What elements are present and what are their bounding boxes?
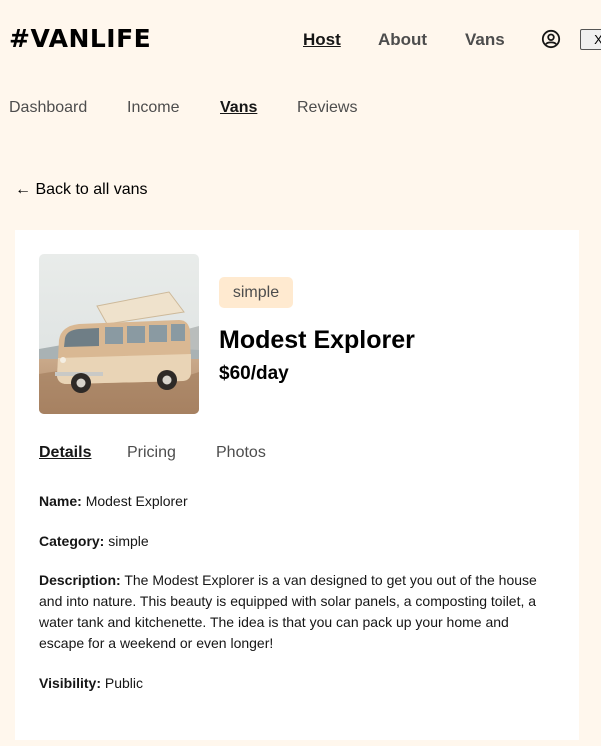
van-price: $60/day xyxy=(219,363,289,384)
detail-visibility-value: Public xyxy=(104,675,144,691)
detail-name: Name: Modest Explorer xyxy=(39,491,549,512)
detail-visibility-label: Visibility: xyxy=(39,675,101,691)
nav-link-about[interactable]: About xyxy=(378,30,427,50)
detail-category: Category: simple xyxy=(39,531,549,552)
van-image xyxy=(39,254,199,414)
detail-category-value: simple xyxy=(108,533,149,549)
tab-pricing[interactable]: Pricing xyxy=(127,444,176,462)
subnav-link-vans[interactable]: Vans xyxy=(220,99,257,117)
detail-visibility: Visibility: Public xyxy=(39,673,549,694)
nav-link-vans[interactable]: Vans xyxy=(465,30,505,50)
subnav-link-income[interactable]: Income xyxy=(127,99,179,117)
detail-description: Description: The Modest Explorer is a va… xyxy=(39,570,549,654)
detail-name-value: Modest Explorer xyxy=(85,493,188,509)
van-detail-card: simple Modest Explorer $60/day Details P… xyxy=(15,230,579,740)
van-type-badge: simple xyxy=(219,277,293,308)
detail-name-label: Name: xyxy=(39,493,82,509)
detail-description-label: Description: xyxy=(39,572,121,588)
site-logo[interactable]: #VANLIFE xyxy=(9,24,151,53)
detail-category-label: Category: xyxy=(39,533,105,549)
back-to-vans-link[interactable]: ← Back to all vans xyxy=(15,181,148,199)
tab-details[interactable]: Details xyxy=(39,444,91,462)
van-name: Modest Explorer xyxy=(219,326,415,354)
close-button[interactable]: X xyxy=(580,29,601,50)
user-circle-icon[interactable] xyxy=(541,29,561,49)
nav-link-host[interactable]: Host xyxy=(303,30,341,50)
subnav-link-dashboard[interactable]: Dashboard xyxy=(9,99,87,117)
site-header: #VANLIFE Host About Vans X xyxy=(0,0,601,80)
tab-photos[interactable]: Photos xyxy=(216,444,266,462)
subnav-link-reviews[interactable]: Reviews xyxy=(297,99,357,117)
van-photo xyxy=(39,254,199,414)
